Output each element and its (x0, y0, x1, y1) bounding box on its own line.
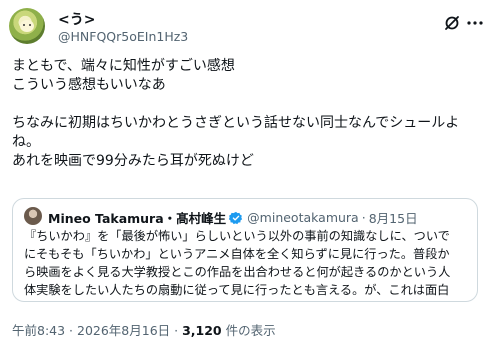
user-handle[interactable]: @HNFQQr5oEIn1Hz3 (58, 29, 188, 44)
quote-header: Mineo Takamura・髙村峰生 @mineotakamura · 8月1… (48, 208, 418, 227)
more-icon[interactable] (466, 15, 484, 31)
quote-line: ら映画をよく見る大学教授とこの作品を出合わせると何が起きるのかという人 (24, 265, 451, 279)
verified-badge-icon (229, 211, 243, 224)
tweet-text: まともで、端々に知性がすごい感想 こういう感想もいいなあ ちなみに初期はちいかわ… (12, 57, 482, 171)
quote-date[interactable]: 8月15日 (369, 208, 418, 227)
quote-line: 『ちいかわ』を「最後が怖い」らしいという以外の事前の知識なしに、ついで (24, 229, 450, 243)
quote-line: 体実験をしたい人たちの扇動に従って見に行ったとも言える。が、これは面白 (24, 283, 450, 297)
quote-author-handle[interactable]: @mineotakamura (247, 210, 359, 225)
quote-text: 『ちいかわ』を「最後が怖い」らしいという以外の事前の知識なしに、ついで にそもそ… (24, 227, 472, 299)
quote-separator: · (361, 210, 366, 225)
tweet-line: ね。 (12, 134, 40, 150)
display-name[interactable]: <う> (58, 9, 95, 29)
grok-icon[interactable] (444, 15, 460, 31)
quoted-tweet[interactable]: Mineo Takamura・髙村峰生 @mineotakamura · 8月1… (12, 198, 478, 302)
tweet-line: まともで、端々に知性がすごい感想 (12, 58, 235, 74)
views-label: 件の表示 (221, 323, 276, 338)
tweet-line: ちなみに初期はちいかわとうさぎという話せない同士なんでシュールよ (12, 115, 460, 131)
quote-line: にそもそも「ちいかわ」というアニメ自体を全く知らずに見に行った。普段か (24, 247, 450, 261)
tweet-line: こういう感想もいいなあ (12, 77, 166, 93)
quote-avatar[interactable] (24, 207, 42, 225)
tweet-line: あれを映画で99分みたら耳が死ぬけど (12, 153, 254, 169)
avatar[interactable] (9, 8, 45, 44)
tweet-footer: 午前8:43 · 2026年8月16日 · 3,120 件の表示 (12, 320, 276, 339)
views-count: 3,120 (182, 323, 222, 338)
tweet-timestamp[interactable]: 午前8:43 · 2026年8月16日 · (12, 323, 182, 338)
quote-author-name[interactable]: Mineo Takamura・髙村峰生 (48, 208, 226, 227)
